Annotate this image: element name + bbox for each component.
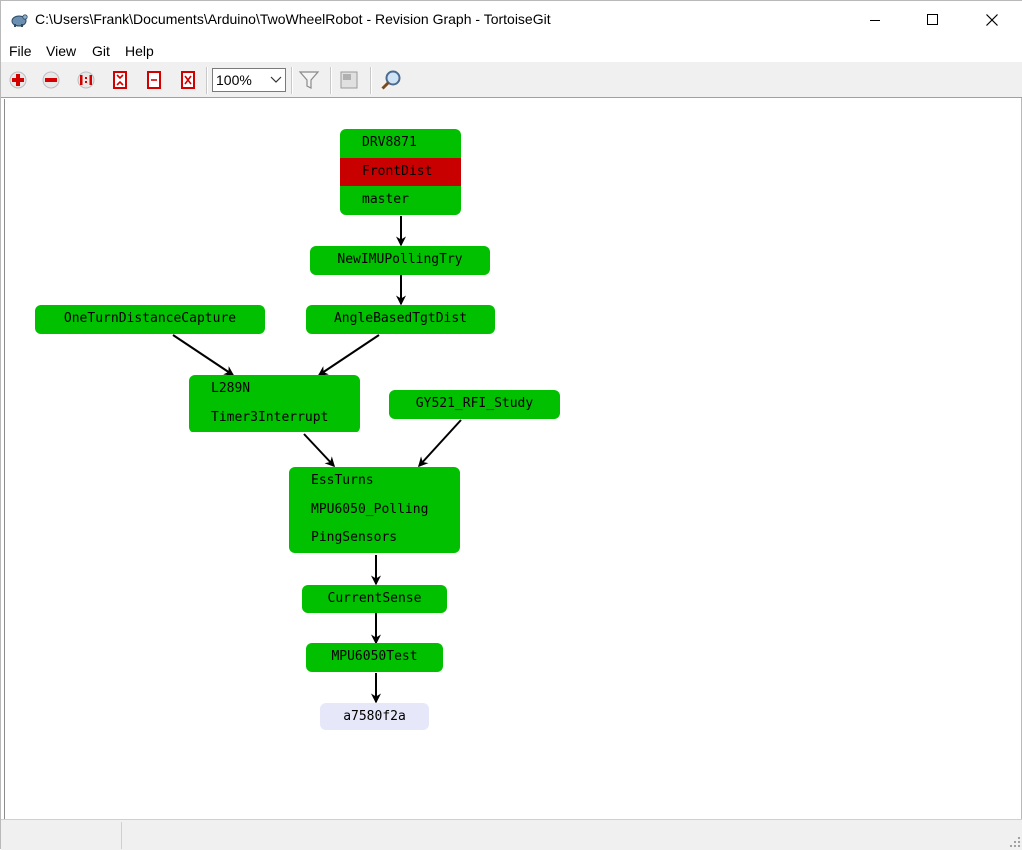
- fit-window-icon: [113, 71, 127, 89]
- resize-grip-icon[interactable]: [1009, 836, 1021, 848]
- close-button[interactable]: [963, 1, 1021, 39]
- menu-git[interactable]: Git: [92, 43, 110, 59]
- branch-node-l289n[interactable]: L289N Timer3Interrupt: [189, 375, 360, 433]
- commit-hash-label: a7580f2a: [320, 703, 429, 730]
- maximize-icon: [927, 14, 938, 25]
- branch-label-essturns: EssTurns: [289, 467, 460, 496]
- commit-node-a7580f2a[interactable]: a7580f2a: [320, 703, 429, 730]
- toolbar-separator: [291, 67, 293, 94]
- branch-label-frontdist-current: FrontDist: [340, 157, 461, 187]
- branch-label-mpu6050-polling: MPU6050_Polling: [289, 495, 460, 525]
- zoom-in-icon: [9, 71, 27, 89]
- branch-node-essturns[interactable]: EssTurns MPU6050_Polling PingSensors: [289, 467, 460, 553]
- window-title: C:\Users\Frank\Documents\Arduino\TwoWhee…: [35, 11, 551, 27]
- overview-button[interactable]: [337, 68, 361, 92]
- branch-node-anglebasedtgtdist[interactable]: AngleBasedTgtDist: [306, 305, 495, 334]
- branch-node-gy521-rfi-study[interactable]: GY521_RFI_Study: [389, 390, 560, 419]
- branch-node-currentsense[interactable]: CurrentSense: [302, 585, 447, 613]
- menu-bar: File View Git Help: [1, 39, 1022, 62]
- branch-label-master: master: [340, 186, 461, 215]
- close-icon: [986, 14, 998, 26]
- filter-button[interactable]: [297, 68, 321, 92]
- tortoisegit-app-icon: [11, 14, 28, 27]
- zoom-in-button[interactable]: [6, 68, 30, 92]
- fit-width-icon: [181, 71, 195, 89]
- fit-height-icon: [147, 71, 161, 89]
- zoom-value: 100%: [216, 72, 252, 88]
- menu-view[interactable]: View: [46, 43, 76, 59]
- menu-help[interactable]: Help: [125, 43, 154, 59]
- toolbar-separator: [206, 67, 208, 94]
- revision-graph-canvas[interactable]: DRV8871 FrontDist master NewIMUPollingTr…: [4, 99, 1020, 819]
- zoom-out-button[interactable]: [39, 68, 63, 92]
- status-pane: [123, 822, 1003, 849]
- branch-label-drv8871: DRV8871: [340, 129, 461, 158]
- minimize-icon: [870, 20, 880, 21]
- branch-node-newimupollingtry[interactable]: NewIMUPollingTry: [310, 246, 490, 275]
- branch-node-oneturndistancecapture[interactable]: OneTurnDistanceCapture: [35, 305, 265, 334]
- branch-label-anglebasedtgtdist: AngleBasedTgtDist: [306, 305, 495, 334]
- status-bar: [1, 819, 1022, 850]
- graph-edges: [172, 216, 462, 704]
- fit-width-button[interactable]: [176, 68, 200, 92]
- fit-height-button[interactable]: [142, 68, 166, 92]
- zoom-out-icon: [42, 71, 60, 89]
- search-icon: [381, 70, 401, 90]
- branch-label-l289n: L289N: [189, 375, 360, 404]
- minimize-button[interactable]: [846, 1, 904, 39]
- zoom-select[interactable]: 100%: [212, 68, 286, 92]
- graph-edge: [172, 334, 235, 376]
- chevron-down-icon: [270, 76, 282, 83]
- filter-icon: [298, 71, 320, 89]
- status-pane: [3, 822, 122, 849]
- search-button[interactable]: [379, 68, 403, 92]
- branch-node-mpu6050test[interactable]: MPU6050Test: [306, 643, 443, 672]
- title-bar[interactable]: C:\Users\Frank\Documents\Arduino\TwoWhee…: [1, 1, 1022, 39]
- branch-node-drv8871[interactable]: DRV8871 FrontDist master: [340, 129, 461, 215]
- toolbar: 100%: [1, 62, 1022, 98]
- branch-label-newimupollingtry: NewIMUPollingTry: [310, 246, 490, 275]
- graph-edge: [303, 433, 336, 468]
- maximize-button[interactable]: [904, 1, 962, 39]
- branch-label-mpu6050test: MPU6050Test: [306, 643, 443, 672]
- toolbar-separator: [370, 67, 372, 94]
- branch-label-oneturndistancecapture: OneTurnDistanceCapture: [35, 305, 265, 334]
- branch-label-pingsensors: PingSensors: [289, 524, 460, 553]
- overview-icon: [340, 71, 358, 89]
- toolbar-separator: [330, 67, 332, 94]
- branch-label-gy521-rfi-study: GY521_RFI_Study: [389, 390, 560, 419]
- graph-edge: [317, 334, 380, 376]
- fit-window-button[interactable]: [108, 68, 132, 92]
- graph-edge: [417, 419, 462, 468]
- branch-label-timer3interrupt: Timer3Interrupt: [189, 403, 360, 433]
- revision-graph-window: C:\Users\Frank\Documents\Arduino\TwoWhee…: [0, 0, 1022, 850]
- zoom-1to1-icon: [77, 71, 95, 89]
- menu-file[interactable]: File: [9, 43, 32, 59]
- zoom-1to1-button[interactable]: [74, 68, 98, 92]
- branch-label-currentsense: CurrentSense: [302, 585, 447, 613]
